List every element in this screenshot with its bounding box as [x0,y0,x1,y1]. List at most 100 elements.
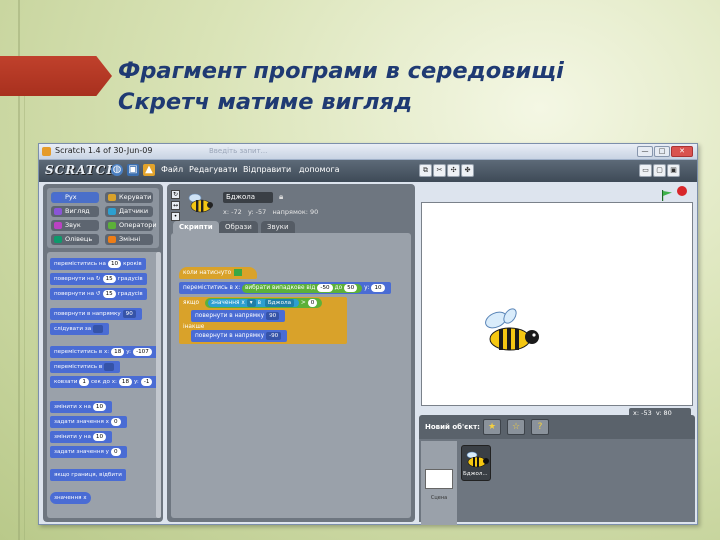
no-rotate-icon[interactable]: • [171,212,180,221]
category-operators[interactable]: Оператори [105,220,157,231]
category-label: Вигляд [65,207,90,215]
menubar: SCRATCH ◍ ▣ ▲ Файл Редагувати Відправити… [39,160,697,182]
category-swatch [54,194,62,201]
stage-thumbnail-label: Сцена [430,495,448,501]
palette-blocks: переміститись на 10 кроків повернути на ↻ 1… [47,252,159,518]
menu-help[interactable]: допомога [299,165,340,174]
stage[interactable] [421,202,693,406]
new-sprite-label: Новий об'єкт: [425,423,480,431]
minimize-button[interactable]: — [637,146,653,157]
block-sensing-of[interactable]: значення х ▾ в Бджола [208,299,300,307]
category-swatch [54,236,62,243]
script-area[interactable]: коли натиснуто переміститись в х: вибрат… [171,233,411,518]
flip-style-icon[interactable]: ↔ [171,201,180,210]
slide-title-line-2: Скретч матиме вигляд [118,89,413,115]
category-sound[interactable]: Звук [51,220,99,231]
sprite-direction-value: 90 [310,208,319,216]
category-motion[interactable]: Рух [51,192,99,203]
block-greater-than[interactable]: значення х ▾ в Бджола >0 [205,298,323,308]
block-go-to-xy-random[interactable]: переміститись в х: вибрати випадкове від… [179,282,391,294]
category-label: Датчики [119,207,149,215]
category-label: Звук [65,221,81,229]
rotate-style-icon[interactable]: ↻ [171,190,180,199]
grow-tool-icon[interactable]: ✣ [447,164,460,177]
category-swatch [54,222,62,229]
block-pick-random[interactable]: вибрати випадкове від -50 до 50 [242,284,363,293]
block-bounce-on-edge[interactable]: якщо границя, відбити [50,469,126,481]
palette-scrollbar[interactable] [156,252,161,518]
block-go-to[interactable]: переміститись в [50,361,120,373]
sprite-coordinates: x: -72 y: -57 напрямок: 90 [223,208,319,216]
green-flag-icon [234,269,243,276]
category-control[interactable]: Керувати [105,192,153,203]
menu-file[interactable]: Файл [161,165,183,174]
menu-edit[interactable]: Редагувати [189,165,238,174]
full-stage-icon[interactable]: ▢ [653,164,666,177]
block-point-towards[interactable]: слідувати за [50,323,109,335]
sprite-name-field[interactable]: Бджола [223,192,273,203]
block-point-in-direction[interactable]: повернути в напрямку 90 [50,308,142,320]
scratch-logo: SCRATCH [45,163,119,177]
category-sensing[interactable]: Датчики [105,206,153,217]
category-swatch [108,208,116,215]
category-looks[interactable]: Вигляд [51,206,99,217]
block-x-position[interactable]: значення х [50,492,91,504]
tab-costumes[interactable]: Образи [219,221,258,233]
block-turn-clockwise[interactable]: повернути на ↻ 15 градусів [50,273,147,285]
green-flag-icon[interactable] [661,186,673,201]
title-arrow-decoration [0,56,112,96]
block-turn-counterclockwise[interactable]: повернути на ↺ 15 градусів [50,288,147,300]
sprite-x-value: -72 [231,208,242,216]
category-label: Оператори [119,221,157,229]
lock-icon[interactable]: 🔒︎ [279,192,283,202]
block-change-y[interactable]: змінити у на 10 [50,431,113,443]
scratch-window: Scratch 1.4 of 30-Jun-09 Введіть запит..… [38,143,698,525]
stage-thumbnail[interactable]: Сцена [421,441,457,525]
category-swatch [108,236,116,243]
category-label: Змінні [119,235,141,243]
category-pen[interactable]: Олівець [51,234,99,245]
block-go-to-xy[interactable]: переміститись в x: 18 y: -107 [50,346,158,358]
stage-toolbar [419,184,695,201]
titlebar-ghost-text: Введіть запит... [209,147,268,155]
sprite-tile-label: Бджол... [463,471,488,477]
block-move-steps[interactable]: переміститись на 10 кроків [50,258,146,270]
category-swatch [108,194,116,201]
menu-share[interactable]: Відправити [243,165,291,174]
sprite-thumbnail-bee-icon [188,193,213,213]
category-swatch [54,208,62,215]
slide-decoration-line [24,90,25,540]
random-sprite-icon[interactable]: ? [531,419,549,435]
scripts-panel: ↻ ↔ • Бджола 🔒︎ x: -72 y: -57 напрямок: … [167,184,415,522]
close-button[interactable]: ✕ [671,146,693,157]
sprite-tile-bee[interactable]: Бджол... [461,445,491,481]
save-icon[interactable]: ▣ [127,164,139,176]
window-titlebar[interactable]: Scratch 1.4 of 30-Jun-09 Введіть запит..… [39,144,697,160]
maximize-button[interactable]: □ [654,146,670,157]
block-set-y[interactable]: задати значення у0 [50,446,127,458]
bee-sprite-icon[interactable] [482,307,542,353]
sprite-info-header: ↻ ↔ • Бджола 🔒︎ x: -72 y: -57 напрямок: … [167,184,415,224]
block-glide[interactable]: ковзати 1 сек до x: 18 y: -1 [50,376,159,388]
shrink-tool-icon[interactable]: ✤ [461,164,474,177]
tab-scripts[interactable]: Скрипти [173,221,219,233]
block-if-else[interactable]: якщо значення х ▾ в Бджола >0 повернути в … [179,297,347,344]
app-icon [42,147,51,156]
small-stage-icon[interactable]: ▭ [639,164,652,177]
slide-title: Фрагмент програми в середовищі Скретч ма… [118,56,708,118]
share-icon[interactable]: ▲ [143,164,155,176]
duplicate-tool-icon[interactable]: ⧉ [419,164,432,177]
block-point-direction-minus-90[interactable]: повернути в напрямку -90 [191,330,288,342]
choose-sprite-from-file-icon[interactable]: ☆ [507,419,525,435]
globe-icon[interactable]: ◍ [111,164,123,176]
stop-icon[interactable] [677,186,687,196]
category-variables[interactable]: Змінні [105,234,153,245]
presentation-mode-icon[interactable]: ▣ [667,164,680,177]
block-when-flag-clicked[interactable]: коли натиснуто [179,267,257,279]
block-change-x[interactable]: змінити х на 10 [50,401,113,413]
tab-sounds[interactable]: Звуки [261,221,295,233]
paint-new-sprite-icon[interactable]: ★ [483,419,501,435]
block-set-x[interactable]: задати значення х0 [50,416,127,428]
new-sprite-bar: Новий об'єкт: ★ ☆ ? [419,415,695,439]
delete-tool-icon[interactable]: ✂ [433,164,446,177]
